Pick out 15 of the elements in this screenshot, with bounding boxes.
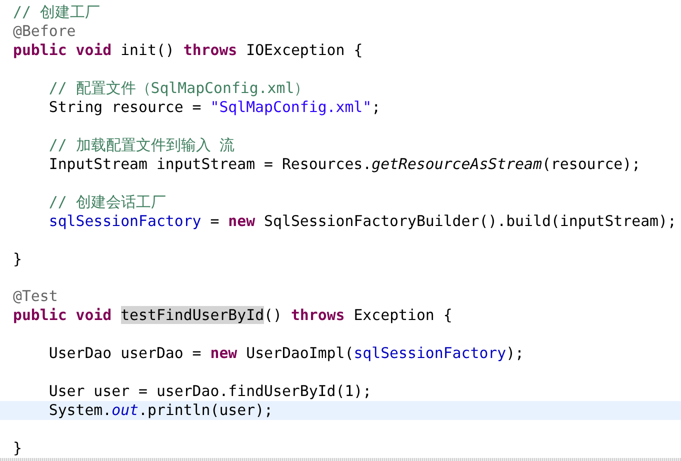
code-line: UserDao userDao = new UserDaoImpl(sqlSessionFactory); xyxy=(48,344,526,364)
code-line: // 创建会话工厂 xyxy=(48,192,167,212)
code-line: InputStream inputStream = Resources.getResourceAsStream(resource); xyxy=(48,154,642,174)
code-line: public void testFindUserById() throws Exception { xyxy=(12,306,454,326)
code-line: @Test xyxy=(12,287,59,306)
code-line: sqlSessionFactory = new SqlSessionFactoryBuilder().build(inputStream); xyxy=(48,212,678,231)
code-line: } xyxy=(12,250,23,268)
code-line: @Before xyxy=(12,22,77,41)
code-line: public void init() throws IOException { xyxy=(12,41,364,60)
code-line: // 配置文件（SqlMapConfig.xml） xyxy=(48,78,310,98)
code-line: // 创建工厂 xyxy=(12,3,101,22)
code-line: User user = userDao.findUserById(1); xyxy=(48,382,373,402)
code-line: String resource = "SqlMapConfig.xml"; xyxy=(48,98,382,117)
code-line: } xyxy=(12,439,23,458)
code-line: // 加载配置文件到输入 流 xyxy=(48,136,236,155)
